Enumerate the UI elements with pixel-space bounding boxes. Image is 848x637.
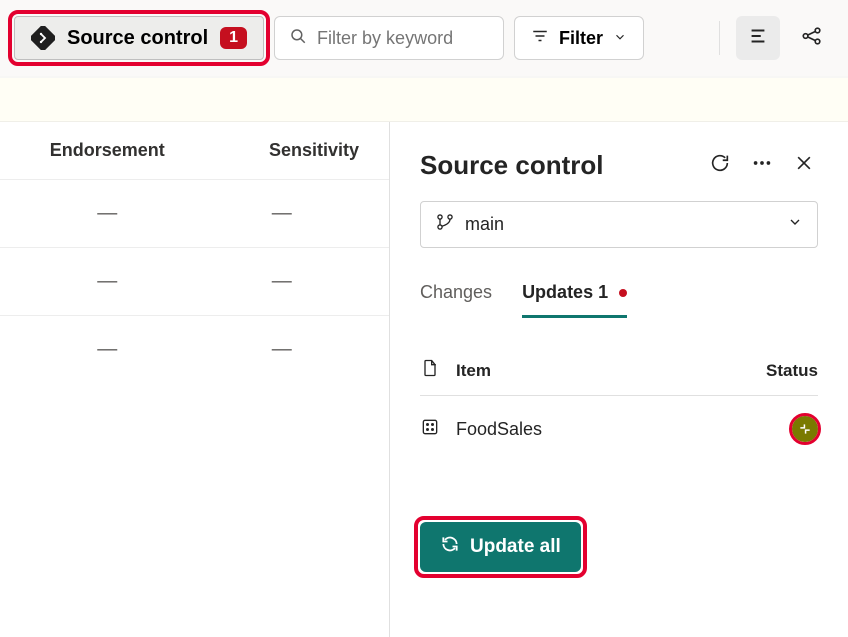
- close-icon: [794, 153, 814, 178]
- list-view-icon: [747, 25, 769, 52]
- filter-button[interactable]: Filter: [514, 16, 644, 60]
- file-icon: [420, 363, 440, 382]
- list-header: Item Status: [420, 346, 818, 396]
- refresh-button[interactable]: [706, 152, 734, 180]
- left-table: Endorsement Sensitivity — — — — — —: [0, 122, 390, 637]
- item-name: FoodSales: [456, 419, 738, 440]
- cell-sensitivity: —: [195, 338, 370, 361]
- dataset-icon: [420, 421, 440, 441]
- item-status-cell: [738, 416, 818, 442]
- ellipsis-icon: [751, 152, 773, 179]
- close-button[interactable]: [790, 152, 818, 180]
- cell-endorsement: —: [20, 338, 195, 361]
- refresh-icon: [709, 152, 731, 179]
- left-table-header: Endorsement Sensitivity: [0, 122, 389, 179]
- tab-updates[interactable]: Updates 1: [522, 274, 627, 318]
- item-type-icon-cell: [420, 417, 456, 442]
- search-input-wrapper[interactable]: [274, 16, 504, 60]
- panel-title: Source control: [420, 150, 706, 181]
- source-control-panel: Source control: [390, 122, 848, 637]
- main-area: Endorsement Sensitivity — — — — — — Sour…: [0, 122, 848, 637]
- table-row: — —: [0, 315, 389, 383]
- col-item: Item: [456, 361, 738, 381]
- col-icon: [420, 358, 456, 383]
- search-icon: [289, 27, 307, 50]
- chevron-down-icon: [613, 28, 627, 49]
- col-endorsement: Endorsement: [20, 140, 195, 161]
- cell-endorsement: —: [20, 202, 195, 225]
- divider: [719, 21, 720, 55]
- lineage-icon: [801, 25, 823, 52]
- cell-sensitivity: —: [195, 270, 370, 293]
- source-control-button[interactable]: Source control 1: [14, 16, 264, 60]
- sync-icon: [440, 534, 460, 560]
- list-view-button[interactable]: [736, 16, 780, 60]
- filter-label: Filter: [559, 28, 603, 49]
- update-all-highlight: Update all: [420, 522, 581, 572]
- filter-icon: [531, 27, 549, 50]
- chevron-down-icon: [787, 214, 803, 235]
- tabs: Changes Updates 1: [420, 274, 818, 318]
- col-sensitivity: Sensitivity: [195, 140, 370, 161]
- update-indicator-dot: [619, 289, 627, 297]
- source-control-badge: 1: [220, 27, 247, 49]
- panel-header: Source control: [420, 150, 818, 181]
- lineage-view-button[interactable]: [790, 16, 834, 60]
- toolbar: Source control 1 Filter: [0, 0, 848, 78]
- source-control-icon: [31, 26, 55, 50]
- branch-selector[interactable]: main: [420, 201, 818, 248]
- branch-icon: [435, 212, 455, 237]
- notification-strip: [0, 78, 848, 122]
- tab-changes[interactable]: Changes: [420, 274, 492, 318]
- status-modified-icon: [792, 416, 818, 442]
- table-row: — —: [0, 179, 389, 247]
- cell-sensitivity: —: [195, 202, 370, 225]
- table-row: — —: [0, 247, 389, 315]
- cell-endorsement: —: [20, 270, 195, 293]
- more-button[interactable]: [748, 152, 776, 180]
- branch-name: main: [465, 214, 777, 235]
- source-control-label: Source control: [67, 27, 208, 50]
- update-all-label: Update all: [470, 536, 561, 558]
- col-status: Status: [738, 361, 818, 381]
- tab-updates-label: Updates 1: [522, 282, 608, 302]
- list-item[interactable]: FoodSales: [420, 396, 818, 462]
- update-all-button[interactable]: Update all: [420, 522, 581, 572]
